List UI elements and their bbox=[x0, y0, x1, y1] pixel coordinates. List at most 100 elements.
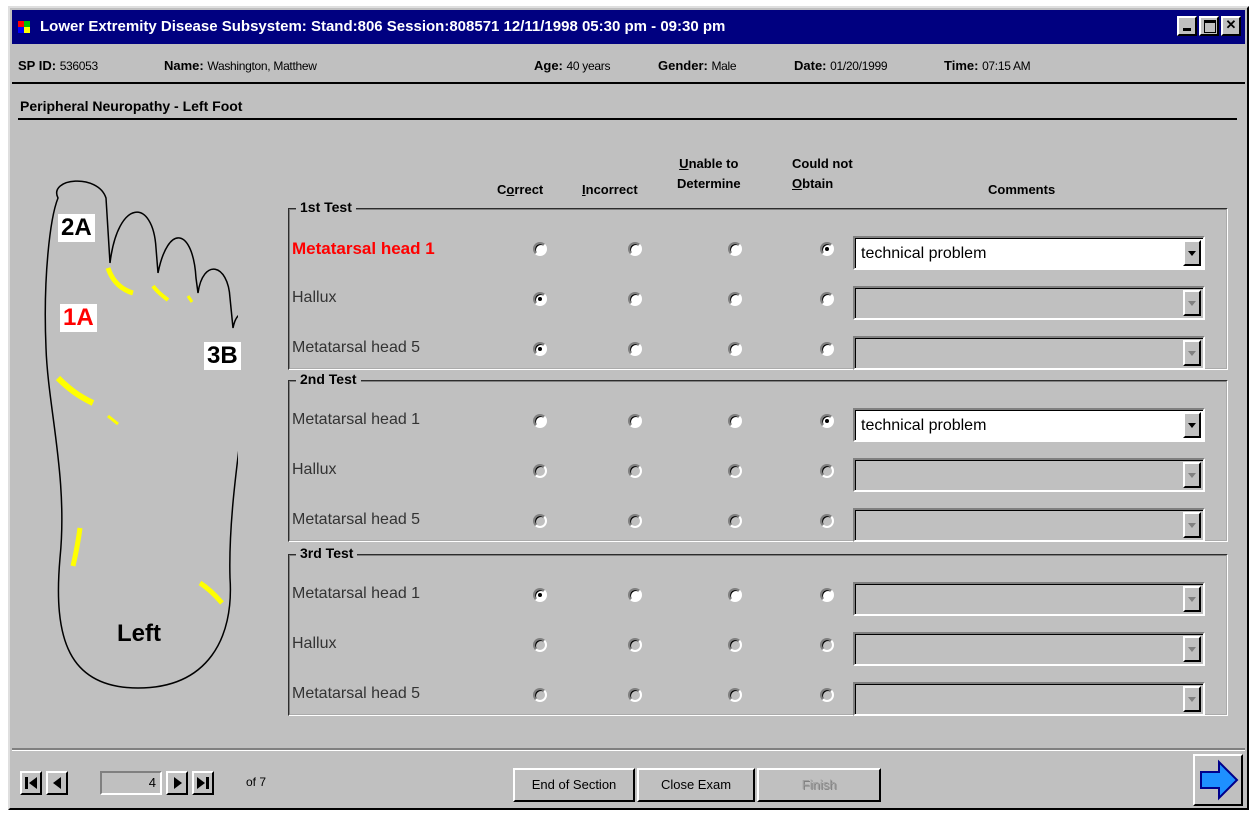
radio-could-not[interactable] bbox=[820, 342, 834, 356]
chevron-down-icon[interactable] bbox=[1183, 636, 1201, 662]
chevron-down-icon[interactable] bbox=[1183, 686, 1201, 712]
radio-incorrect[interactable] bbox=[628, 342, 642, 356]
comment-dropdown[interactable] bbox=[853, 632, 1205, 666]
radio-could-not[interactable] bbox=[820, 292, 834, 306]
comment-dropdown[interactable] bbox=[853, 336, 1205, 370]
radio-unable[interactable] bbox=[728, 464, 742, 478]
radio-correct[interactable] bbox=[533, 688, 547, 702]
radio-correct[interactable] bbox=[533, 292, 547, 306]
row-label: Metatarsal head 1 bbox=[292, 585, 421, 602]
col-correct: Correct bbox=[497, 182, 544, 197]
radio-unable[interactable] bbox=[728, 292, 742, 306]
close-window-button[interactable]: ✕ bbox=[1221, 16, 1241, 36]
radio-incorrect[interactable] bbox=[628, 688, 642, 702]
radio-incorrect[interactable] bbox=[628, 292, 642, 306]
col-incorrect: Incorrect bbox=[582, 182, 638, 197]
row-label: Metatarsal head 5 bbox=[292, 339, 421, 356]
test-group-title: 2nd Test bbox=[296, 371, 361, 387]
comment-dropdown[interactable]: technical problem bbox=[853, 408, 1205, 442]
radio-correct[interactable] bbox=[533, 342, 547, 356]
radio-incorrect[interactable] bbox=[628, 514, 642, 528]
arrow-right-icon bbox=[1200, 759, 1239, 801]
radio-could-not[interactable] bbox=[820, 464, 834, 478]
foot-label-2a: 2A bbox=[58, 214, 95, 242]
chevron-down-icon[interactable] bbox=[1183, 512, 1201, 538]
row-label: Hallux bbox=[292, 635, 337, 652]
finish-button[interactable]: Finish bbox=[757, 768, 881, 802]
col-could-not: Could not Obtain bbox=[792, 156, 853, 191]
foot-outline bbox=[44, 180, 238, 689]
radio-unable[interactable] bbox=[728, 588, 742, 602]
radio-correct[interactable] bbox=[533, 464, 547, 478]
radio-correct[interactable] bbox=[533, 242, 547, 256]
maximize-button[interactable] bbox=[1199, 16, 1219, 36]
radio-could-not[interactable] bbox=[820, 514, 834, 528]
title-bar[interactable]: Lower Extremity Disease Subsystem: Stand… bbox=[12, 10, 1245, 44]
radio-incorrect[interactable] bbox=[628, 464, 642, 478]
foot-label-3b: 3B bbox=[204, 342, 241, 370]
bottom-divider bbox=[12, 748, 1245, 750]
chevron-down-icon[interactable] bbox=[1183, 412, 1201, 438]
previous-page-button[interactable] bbox=[46, 771, 68, 795]
chevron-down-icon[interactable] bbox=[1183, 586, 1201, 612]
comment-dropdown[interactable]: technical problem bbox=[853, 236, 1205, 270]
row-label: Metatarsal head 1 bbox=[292, 411, 421, 428]
radio-unable[interactable] bbox=[728, 514, 742, 528]
radio-could-not[interactable] bbox=[820, 638, 834, 652]
exam-date: Date: 01/20/1999 bbox=[794, 58, 888, 73]
radio-unable[interactable] bbox=[728, 638, 742, 652]
next-page-button[interactable] bbox=[166, 771, 188, 795]
radio-could-not[interactable] bbox=[820, 588, 834, 602]
radio-unable[interactable] bbox=[728, 414, 742, 428]
close-exam-button[interactable]: Close Exam bbox=[637, 768, 755, 802]
patient-name: Name: Washington, Matthew bbox=[164, 58, 317, 73]
page-number-input[interactable]: 4 bbox=[100, 771, 162, 795]
end-of-section-button[interactable]: End of Section bbox=[513, 768, 635, 802]
radio-correct[interactable] bbox=[533, 638, 547, 652]
radio-correct[interactable] bbox=[533, 514, 547, 528]
chevron-down-icon[interactable] bbox=[1183, 340, 1201, 366]
toe-crease-1 bbox=[105, 267, 134, 296]
window-title: Lower Extremity Disease Subsystem: Stand… bbox=[40, 18, 726, 35]
radio-could-not[interactable] bbox=[820, 414, 834, 428]
radio-unable[interactable] bbox=[728, 242, 742, 256]
next-section-button[interactable] bbox=[1193, 754, 1243, 806]
test-group-title: 1st Test bbox=[296, 199, 356, 215]
last-page-button[interactable] bbox=[192, 771, 214, 795]
comment-value: technical problem bbox=[861, 417, 987, 434]
radio-incorrect[interactable] bbox=[628, 588, 642, 602]
first-page-button[interactable] bbox=[20, 771, 42, 795]
radio-incorrect[interactable] bbox=[628, 414, 642, 428]
row-label: Hallux bbox=[292, 461, 337, 478]
radio-unable[interactable] bbox=[728, 342, 742, 356]
radio-could-not[interactable] bbox=[820, 242, 834, 256]
patient-info-bar: SP ID: 536053 Name: Washington, Matthew … bbox=[12, 46, 1245, 84]
col-comments: Comments bbox=[988, 182, 1056, 197]
comment-dropdown[interactable] bbox=[853, 286, 1205, 320]
comment-dropdown[interactable] bbox=[853, 508, 1205, 542]
comment-dropdown[interactable] bbox=[853, 582, 1205, 616]
heel-mark-1 bbox=[70, 527, 83, 567]
comment-dropdown[interactable] bbox=[853, 682, 1205, 716]
patient-gender: Gender: Male bbox=[658, 58, 737, 73]
row-label: Hallux bbox=[292, 289, 337, 306]
radio-incorrect[interactable] bbox=[628, 638, 642, 652]
exam-time: Time: 07:15 AM bbox=[944, 58, 1031, 73]
chevron-down-icon[interactable] bbox=[1183, 290, 1201, 316]
comment-dropdown[interactable] bbox=[853, 458, 1205, 492]
row-label: Metatarsal head 5 bbox=[292, 685, 421, 702]
chevron-down-icon[interactable] bbox=[1183, 462, 1201, 488]
radio-correct[interactable] bbox=[533, 414, 547, 428]
radio-could-not[interactable] bbox=[820, 688, 834, 702]
row-label: Metatarsal head 5 bbox=[292, 511, 421, 528]
toe-crease-3 bbox=[186, 295, 194, 303]
radio-unable[interactable] bbox=[728, 688, 742, 702]
comment-value: technical problem bbox=[861, 245, 987, 262]
patient-age: Age: 40 years bbox=[534, 58, 611, 73]
radio-correct[interactable] bbox=[533, 588, 547, 602]
exam-window: Lower Extremity Disease Subsystem: Stand… bbox=[8, 6, 1249, 810]
radio-incorrect[interactable] bbox=[628, 242, 642, 256]
minimize-button[interactable] bbox=[1177, 16, 1197, 36]
chevron-down-icon[interactable] bbox=[1183, 240, 1201, 266]
row-label: Metatarsal head 1 bbox=[292, 239, 435, 258]
